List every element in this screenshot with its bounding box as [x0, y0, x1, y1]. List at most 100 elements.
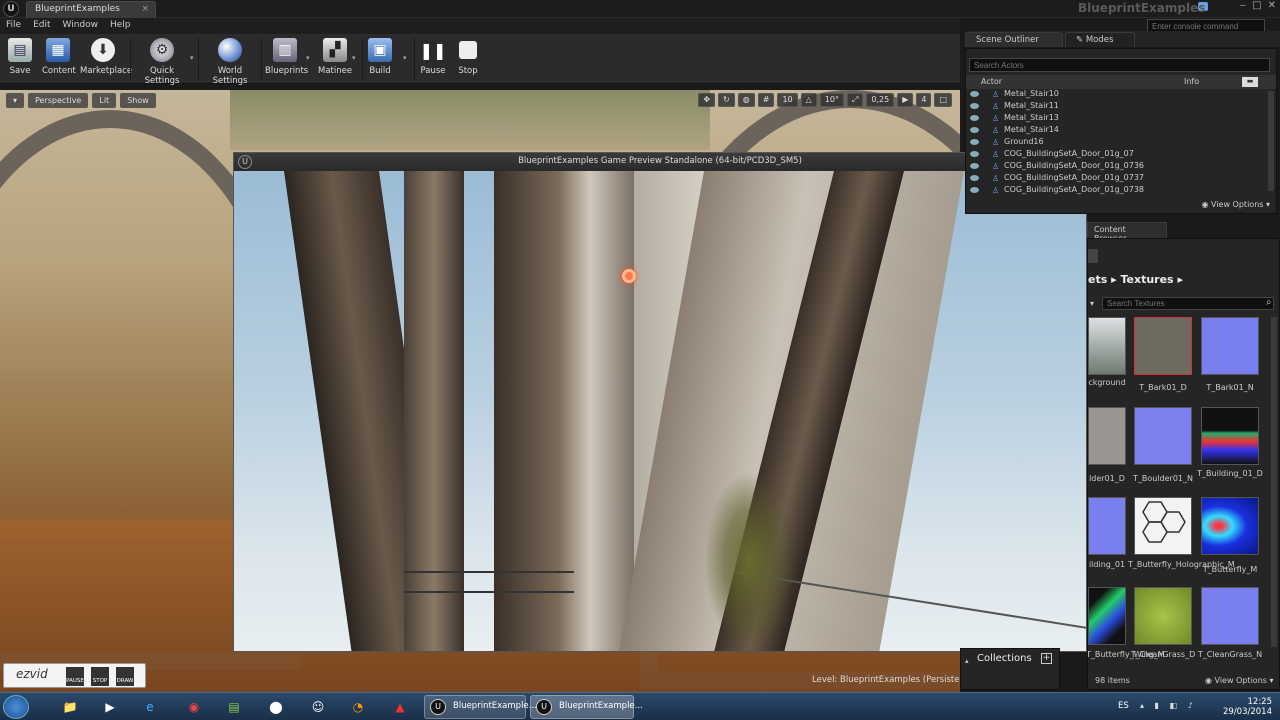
close-tab-icon[interactable]: × — [141, 4, 149, 14]
clock[interactable]: 12:25 29/03/2014 — [1223, 697, 1272, 717]
visibility-eye-icon[interactable] — [970, 103, 979, 109]
texture-tile[interactable] — [1088, 587, 1126, 645]
explorer-icon[interactable]: 📁 — [52, 696, 88, 718]
blueprints-button[interactable]: ▥ Blueprints — [265, 38, 308, 76]
blueprints-dropdown-icon[interactable]: ▾ — [306, 54, 310, 62]
list-item[interactable]: ♙ COG_BuildingSetA_Door_01g_0736 — [966, 161, 1266, 173]
taskbar-task[interactable]: U BlueprintExample... — [530, 695, 643, 719]
show-button[interactable]: Show — [120, 92, 156, 108]
list-item[interactable]: ♙ Metal_Stair11 — [966, 101, 1266, 113]
outliner-scrollbar[interactable] — [1268, 91, 1274, 191]
recorder-draw-button[interactable]: DRAW — [116, 667, 134, 686]
rotation-snap-icon[interactable]: △ — [800, 93, 817, 107]
chrome-icon[interactable]: ◉ — [176, 696, 212, 718]
pause-button[interactable]: ❚❚ Pause — [420, 38, 447, 77]
build-dropdown-icon[interactable]: ▾ — [403, 54, 407, 62]
recorder-pause-button[interactable]: PAUSE — [66, 667, 84, 686]
grid-snap-value[interactable]: 10 — [777, 93, 798, 107]
menu-window[interactable]: Window — [63, 20, 99, 32]
taskbar-task[interactable]: U BlueprintExample... — [424, 695, 537, 719]
list-item[interactable]: ♙ Metal_Stair10 — [966, 89, 1266, 101]
camera-speed-icon[interactable]: ▶ — [897, 93, 914, 107]
menu-file[interactable]: File — [6, 20, 21, 32]
camera-speed-value[interactable]: 4 — [916, 93, 932, 107]
texture-tile[interactable] — [1134, 407, 1192, 465]
list-item[interactable]: ♙ Metal_Stair14 — [966, 125, 1266, 137]
visibility-eye-icon[interactable] — [970, 139, 979, 145]
visibility-eye-icon[interactable] — [970, 151, 979, 157]
close-button[interactable]: ✕ — [1268, 0, 1276, 11]
quick-settings-button[interactable]: ⚙ Quick Settings — [135, 38, 189, 86]
game-view[interactable] — [234, 171, 1086, 651]
app-icon[interactable]: ▲ — [382, 696, 418, 718]
steam-icon[interactable]: ⬤ — [258, 696, 294, 718]
filter-dropdown-icon[interactable]: ▾ — [1090, 299, 1094, 308]
list-item[interactable]: ♙ COG_BuildingSetA_Door_01g_0737 — [966, 173, 1266, 185]
visibility-eye-icon[interactable] — [970, 127, 979, 133]
list-item[interactable]: ♙ Metal_Stair13 — [966, 113, 1266, 125]
tray-icons[interactable]: ▴ ▮ ◧ ♪ — [1140, 701, 1197, 710]
search-actors-input[interactable] — [969, 58, 1270, 72]
start-button[interactable] — [3, 695, 29, 719]
world-icon[interactable]: ◍ — [737, 93, 755, 107]
texture-tile[interactable] — [1134, 497, 1192, 555]
breadcrumb-parent[interactable]: ets — [1088, 273, 1107, 286]
texture-tile[interactable] — [1134, 317, 1192, 375]
matinee-button[interactable]: ▞ Matinee — [318, 38, 352, 76]
visibility-eye-icon[interactable] — [970, 187, 979, 193]
internet-explorer-icon[interactable]: e — [132, 696, 168, 718]
list-item[interactable]: ♙ COG_BuildingSetA_Door_01g_0738 — [966, 185, 1266, 197]
texture-tile[interactable] — [1201, 317, 1259, 375]
viewport-options-icon[interactable]: ▾ — [6, 92, 25, 108]
texture-tile[interactable] — [1088, 407, 1126, 465]
save-button[interactable]: ▤ Save — [8, 38, 32, 76]
add-collection-icon[interactable]: + — [1041, 653, 1052, 664]
visibility-eye-icon[interactable] — [970, 115, 979, 121]
scale-snap-value[interactable]: 0,25 — [866, 93, 895, 107]
outliner-view-options-button[interactable]: ◉ View Options ▾ — [1202, 200, 1271, 209]
marketplace-button[interactable]: ⬇ Marketplace — [80, 38, 132, 76]
texture-tile[interactable] — [1088, 317, 1126, 375]
collections-collapse-icon[interactable]: ▴ — [965, 657, 969, 665]
breadcrumb-current[interactable]: Textures — [1120, 273, 1173, 286]
list-item[interactable]: ♙ Ground16 — [966, 137, 1266, 149]
scale-snap-icon[interactable]: ⤢ — [846, 93, 864, 107]
rotate-icon[interactable]: ↻ — [718, 93, 735, 107]
rotation-snap-value[interactable]: 10° — [819, 93, 844, 107]
matinee-dropdown-icon[interactable]: ▾ — [352, 54, 356, 62]
texture-tile[interactable] — [1201, 407, 1259, 465]
visibility-eye-icon[interactable] — [970, 91, 979, 97]
document-tab[interactable]: BlueprintExamples × — [26, 1, 156, 18]
texture-tile[interactable] — [1201, 497, 1259, 555]
column-info[interactable]: Info — [1184, 77, 1199, 86]
texture-tile[interactable] — [1201, 587, 1259, 645]
texture-tile[interactable] — [1134, 587, 1192, 645]
blender-icon[interactable]: ◔ — [340, 696, 376, 718]
perspective-button[interactable]: Perspective — [28, 92, 89, 108]
content-view-options-button[interactable]: ◉ View Options ▾ — [1205, 676, 1274, 685]
recorder-stop-button[interactable]: STOP — [91, 667, 109, 686]
translate-icon[interactable]: ✥ — [698, 93, 716, 107]
quick-settings-dropdown-icon[interactable]: ▾ — [190, 54, 194, 62]
maximize-button[interactable]: □ — [1252, 0, 1261, 11]
menu-help[interactable]: Help — [110, 20, 131, 32]
maximize-viewport-icon[interactable]: □ — [934, 93, 952, 107]
tab-content-browser[interactable]: Content Browser — [1087, 222, 1167, 243]
language-indicator[interactable]: ES — [1118, 701, 1129, 711]
stop-button[interactable]: Stop — [456, 38, 480, 76]
content-browser-nav-icon[interactable] — [1088, 249, 1098, 263]
content-button[interactable]: ▦ Content — [42, 38, 76, 76]
grid-snap-icon[interactable]: # — [757, 93, 775, 107]
search-textures-input[interactable] — [1102, 297, 1274, 310]
minimize-button[interactable]: ‒ — [1240, 0, 1246, 11]
tab-modes[interactable]: ✎ Modes — [1065, 32, 1135, 47]
visibility-eye-icon[interactable] — [970, 175, 979, 181]
column-dropdown-icon[interactable]: ▬ — [1242, 77, 1258, 87]
lit-button[interactable]: Lit — [92, 92, 117, 108]
visibility-eye-icon[interactable] — [970, 163, 979, 169]
media-player-icon[interactable]: ▶ — [92, 696, 128, 718]
tab-scene-outliner[interactable]: Scene Outliner — [965, 32, 1063, 47]
build-button[interactable]: ▣ Build — [368, 38, 392, 76]
menu-edit[interactable]: Edit — [33, 20, 50, 32]
list-item[interactable]: ♙ COG_BuildingSetA_Door_01g_07 — [966, 149, 1266, 161]
